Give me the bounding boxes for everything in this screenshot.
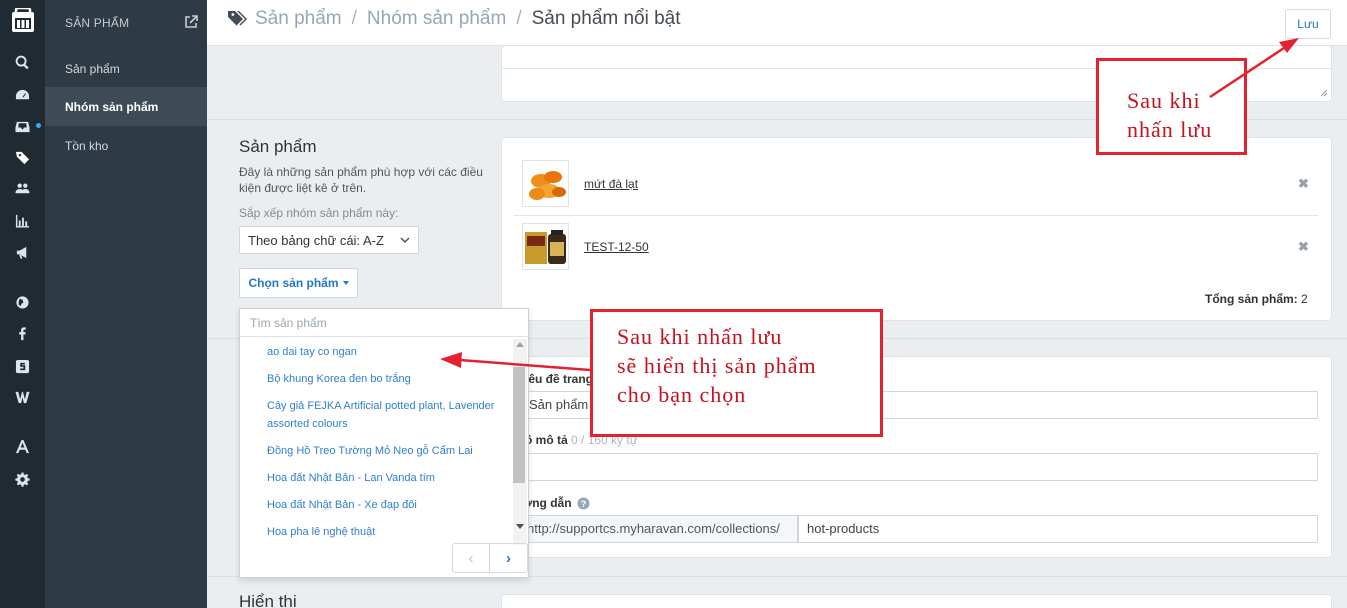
sort-label: Sắp xếp nhóm sản phẩm này: [239, 206, 399, 220]
haravan-logo-icon[interactable] [11, 8, 35, 34]
annotation-line: cho bạn chọn [617, 382, 747, 407]
pagination: ‹ › [452, 543, 528, 573]
product-search-input[interactable]: Tìm sản phẩm [240, 309, 528, 337]
product-image-icon [523, 161, 568, 206]
chevron-down-icon [400, 237, 410, 244]
annotation-save-note: Sau khi nhấn lưu [1096, 58, 1247, 155]
total-value: 2 [1301, 292, 1308, 306]
scrollbar-thumb[interactable] [513, 367, 525, 483]
breadcrumb-collections[interactable]: Nhóm sản phẩm [367, 8, 506, 30]
prev-page-button[interactable]: ‹ [453, 544, 491, 572]
annotation-line: Sau khi nhấn lưu [617, 324, 783, 349]
nav-section-title: SẢN PHẨM [65, 16, 130, 30]
annotation-line: nhấn lưu [1127, 117, 1213, 142]
product-option[interactable]: Cây giả FEJKA Artificial potted plant, L… [267, 397, 507, 433]
product-option[interactable]: Hoa đất Nhật Bản - Lan Vanda tím [267, 469, 507, 487]
remove-product-icon[interactable]: ✖ [1298, 239, 1309, 255]
seo-title-label: iêu đề trang [525, 372, 594, 386]
product-picker-dropdown: Tìm sản phẩm ao dai tay co ngan Bộ khung… [239, 308, 529, 578]
nav-item-products[interactable]: Sản phẩm [45, 49, 207, 88]
product-option-list: ao dai tay co ngan Bộ khung Korea đen bo… [240, 339, 514, 546]
annotation-line: Sau khi [1127, 88, 1201, 113]
product-option[interactable]: Đồng Hồ Treo Tường Mỏ Neo gỗ Cẩm Lai [267, 442, 507, 460]
product-name-link[interactable]: TEST-12-50 [584, 240, 649, 254]
annotation-list-note: Sau khi nhấn lưu sẽ hiển thị sản phẩm ch… [590, 309, 883, 437]
scroll-down-icon[interactable] [516, 524, 524, 529]
save-button[interactable]: Lưu [1285, 9, 1331, 39]
globe-icon[interactable] [0, 291, 45, 313]
annotation-line: sẽ hiển thị sản phẩm [617, 353, 817, 378]
product-option[interactable]: Hoa đất Nhật Bản - Xe đạp đôi [267, 496, 507, 514]
caret-down-icon [342, 281, 349, 285]
choose-products-label: Chọn sản phẩm [248, 276, 339, 290]
page-title: Sản phẩm nổi bật [531, 8, 681, 29]
sort-select[interactable]: Theo bảng chữ cái: A-Z [239, 226, 419, 254]
tag-icon[interactable] [0, 146, 45, 168]
seo-url-handle-value: hot-products [807, 521, 880, 536]
tags-icon [228, 11, 247, 26]
breadcrumb-separator: / [516, 8, 522, 29]
seo-description-input[interactable] [520, 453, 1318, 481]
secondary-nav: SẢN PHẨM Sản phẩm Nhóm sản phẩm Tồn kho [45, 0, 207, 608]
megaphone-icon[interactable] [0, 241, 45, 263]
settings-icon[interactable] [0, 468, 45, 490]
seo-url-prefix: http://supportcs.myharavan.com/collectio… [520, 515, 798, 543]
customers-icon[interactable] [0, 177, 45, 199]
dashboard-icon[interactable] [0, 84, 45, 106]
facebook-icon[interactable] [0, 322, 45, 344]
icon-rail [0, 0, 45, 608]
seo-description-label-text: ô mô tả [525, 433, 568, 447]
breadcrumb: Sản phẩm / Nhóm sản phẩm / Sản phẩm nổi … [227, 8, 681, 30]
reports-icon[interactable] [0, 209, 45, 231]
products-section-title: Sản phẩm [239, 137, 317, 156]
resize-handle-icon[interactable] [1320, 89, 1328, 97]
sort-select-value: Theo bảng chữ cái: A-Z [248, 233, 384, 248]
product-thumbnail [522, 223, 569, 270]
w-icon[interactable] [0, 386, 45, 408]
notification-dot [36, 123, 41, 128]
total-label: Tổng sản phẩm: [1205, 292, 1298, 306]
product-option[interactable]: Bộ khung Korea đen bo trắng [267, 370, 507, 388]
display-section-title: Hiển thị [239, 592, 297, 608]
product-option[interactable]: Hoa pha lê nghệ thuật [267, 523, 507, 541]
top-bar: Sản phẩm / Nhóm sản phẩm / Sản phẩm nổi … [207, 0, 1347, 46]
help-icon[interactable]: ? [577, 497, 590, 510]
product-name-link[interactable]: mứt đà lạt [584, 177, 638, 191]
product-image-icon [523, 224, 568, 269]
product-thumbnail [522, 160, 569, 207]
seo-url-handle-input[interactable]: hot-products [798, 515, 1318, 543]
s-icon[interactable] [0, 355, 45, 377]
svg-text:?: ? [580, 499, 586, 509]
nav-item-collections[interactable]: Nhóm sản phẩm [45, 87, 207, 126]
breadcrumb-products[interactable]: Sản phẩm [255, 8, 342, 30]
nav-item-inventory[interactable]: Tồn kho [45, 126, 207, 165]
external-link-icon[interactable] [184, 15, 198, 29]
scroll-up-icon[interactable] [516, 342, 524, 347]
breadcrumb-separator: / [351, 8, 357, 29]
choose-products-button[interactable]: Chọn sản phẩm [239, 268, 358, 298]
remove-product-icon[interactable]: ✖ [1298, 176, 1309, 192]
display-card [502, 595, 1331, 608]
product-row: TEST-12-50 ✖ [514, 215, 1318, 278]
search-icon[interactable] [0, 51, 45, 73]
product-row: mứt đà lạt ✖ [514, 152, 1318, 215]
product-option[interactable]: ao dai tay co ngan [267, 343, 507, 361]
products-section-description: Đây là những sản phẩm phù hợp với các đi… [239, 165, 483, 195]
apps-icon[interactable] [0, 435, 45, 457]
next-page-button[interactable]: › [490, 544, 527, 572]
product-total: Tổng sản phẩm: 2 [1205, 292, 1308, 306]
